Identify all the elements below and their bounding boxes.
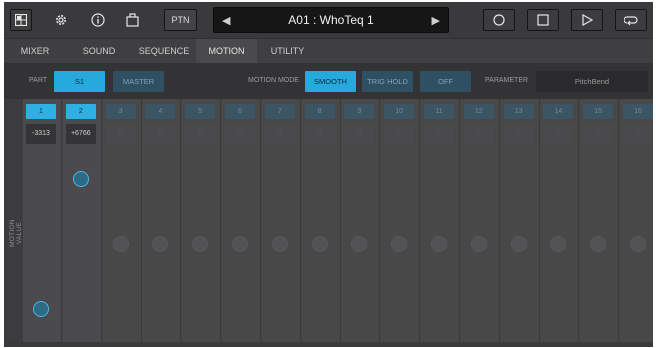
step-value: 0	[503, 124, 534, 144]
step-number-button[interactable]: 16	[623, 104, 653, 119]
step-column[interactable]: 30	[102, 99, 142, 342]
step-column[interactable]: 2 +6766	[62, 99, 102, 342]
info-icon[interactable]	[87, 9, 109, 31]
grid-bottom-edge	[4, 342, 653, 347]
tab-sound[interactable]: SOUND	[66, 39, 132, 64]
pattern-name: A01 : WhoTeq 1	[288, 13, 374, 27]
tab-utility[interactable]: UTILITY	[257, 39, 318, 64]
motion-value-handle[interactable]	[550, 236, 567, 252]
step-number-button[interactable]: 2	[65, 104, 96, 119]
step-value: 0	[543, 124, 574, 144]
step-number-button[interactable]: 4	[145, 104, 176, 119]
part-label: PART	[29, 77, 48, 84]
step-value: 0	[264, 124, 295, 144]
loop-button[interactable]	[615, 9, 647, 31]
next-pattern-icon[interactable]: ▶	[432, 14, 440, 27]
gear-icon[interactable]	[50, 9, 72, 31]
pattern-selector[interactable]: ◀ A01 : WhoTeq 1 ▶	[213, 7, 449, 33]
step-number-button[interactable]: 14	[543, 104, 574, 119]
tab-motion[interactable]: MOTION	[196, 39, 257, 64]
step-column[interactable]: 80	[301, 99, 341, 342]
step-column[interactable]: 1 -3313	[23, 99, 62, 342]
step-column[interactable]: 14 0	[540, 99, 580, 342]
step-value: 0	[344, 124, 375, 144]
step-number-button[interactable]: 6	[225, 104, 255, 119]
mode-smooth-button[interactable]: SMOOTH	[305, 71, 356, 92]
step-value: 0	[583, 124, 614, 144]
step-column[interactable]: 90	[341, 99, 381, 342]
record-button[interactable]	[483, 9, 515, 31]
step-value: 0	[225, 124, 255, 144]
tab-bar: MIXER SOUND SEQUENCE MOTION UTILITY	[4, 38, 653, 64]
step-value: 0	[623, 124, 653, 144]
toolbar: PTN ◀ A01 : WhoTeq 1 ▶	[4, 2, 653, 38]
step-column[interactable]: 13 0	[500, 99, 540, 342]
tab-sequence[interactable]: SEQUENCE	[132, 39, 196, 64]
parameter-select[interactable]: PitchBend	[536, 71, 648, 92]
step-column[interactable]: 40	[142, 99, 182, 342]
step-number-button[interactable]: 3	[105, 104, 136, 119]
motion-value-handle[interactable]	[510, 236, 527, 252]
motion-value-handle[interactable]	[630, 236, 646, 252]
prev-pattern-icon[interactable]: ◀	[222, 14, 230, 27]
step-column[interactable]: 60	[222, 99, 261, 342]
step-number-button[interactable]: 13	[503, 104, 534, 119]
step-number-button[interactable]: 5	[185, 104, 216, 119]
motion-value-handle[interactable]	[391, 236, 408, 252]
motion-value-handle[interactable]	[192, 236, 209, 252]
step-number-button[interactable]: 9	[344, 104, 375, 119]
step-number-button[interactable]: 11	[424, 104, 454, 119]
step-column[interactable]: 11 0	[421, 99, 460, 342]
step-number-button[interactable]: 12	[463, 104, 494, 119]
step-value: 0	[304, 124, 335, 144]
step-number-button[interactable]: 15	[583, 104, 614, 119]
step-value: 0	[424, 124, 454, 144]
stop-button[interactable]	[527, 9, 559, 31]
step-value: 0	[185, 124, 216, 144]
motion-value-handle[interactable]	[431, 236, 447, 252]
step-value: 0	[384, 124, 415, 144]
part-master-button[interactable]: MASTER	[113, 71, 164, 92]
step-value: 0	[145, 124, 176, 144]
step-column[interactable]: 10 0	[381, 99, 421, 342]
step-value: 0	[105, 124, 136, 144]
motion-value-handle[interactable]	[311, 236, 328, 252]
motion-value-handle[interactable]	[351, 236, 368, 252]
tab-mixer[interactable]: MIXER	[4, 39, 66, 64]
step-number-button[interactable]: 10	[384, 104, 415, 119]
parameter-label: PARAMETER	[485, 77, 529, 84]
motion-value-handle[interactable]	[112, 236, 129, 252]
mode-trig-hold-button[interactable]: TRIG HOLD	[362, 71, 413, 92]
app-window: PTN ◀ A01 : WhoTeq 1 ▶ MIXER SOUND SEQUE…	[4, 2, 653, 347]
step-value: 0	[463, 124, 494, 144]
layout-icon[interactable]	[10, 9, 32, 31]
step-column[interactable]: 16 0	[620, 99, 653, 342]
step-column[interactable]: 50	[182, 99, 222, 342]
motion-controls: PART S1 MASTER MOTION MODE SMOOTH TRIG H…	[4, 63, 653, 99]
motion-value-handle[interactable]	[72, 171, 89, 188]
step-column[interactable]: 15 0	[580, 99, 620, 342]
play-button[interactable]	[571, 9, 603, 31]
part-s1-button[interactable]: S1	[54, 71, 105, 92]
mode-off-button[interactable]: OFF	[420, 71, 471, 92]
step-number-button[interactable]: 8	[304, 104, 335, 119]
share-icon[interactable]	[121, 9, 143, 31]
step-column[interactable]: 70	[261, 99, 301, 342]
motion-grid: MOTION VALUE 1 -3313 2 +6766 3 0 4 0 5 0 6 0 7 0 8 0 9 0 1…	[4, 99, 653, 347]
motion-value-label: MOTION VALUE	[9, 219, 23, 247]
step-value: -3313	[26, 124, 56, 144]
motion-value-handle[interactable]	[152, 236, 169, 252]
step-column[interactable]: 12 0	[460, 99, 500, 342]
step-number-button[interactable]: 1	[26, 104, 56, 119]
motion-value-handle[interactable]	[271, 236, 288, 252]
motion-mode-label: MOTION MODE	[248, 77, 299, 84]
motion-value-handle[interactable]	[470, 236, 487, 252]
step-value: +6766	[65, 124, 96, 144]
motion-value-handle[interactable]	[590, 236, 607, 252]
motion-value-handle[interactable]	[33, 300, 49, 317]
pattern-button[interactable]: PTN	[164, 9, 197, 31]
motion-value-handle[interactable]	[232, 236, 248, 252]
step-number-button[interactable]: 7	[264, 104, 295, 119]
